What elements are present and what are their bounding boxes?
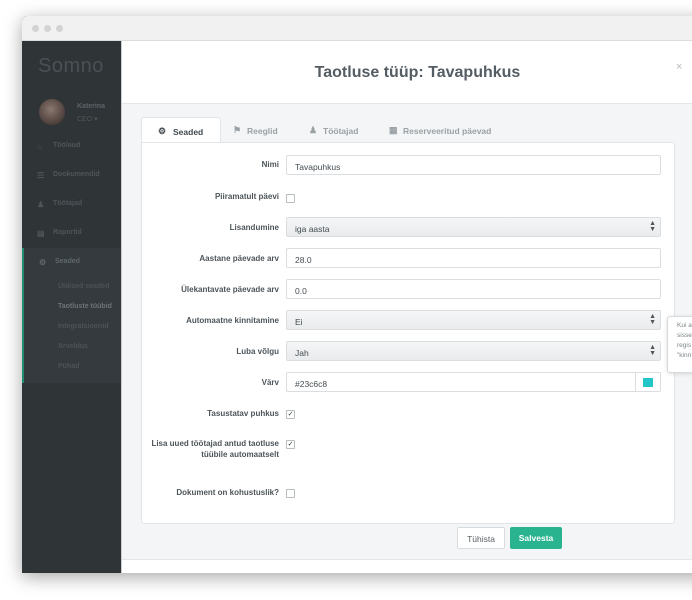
accrual-value: iga aasta	[295, 224, 330, 234]
window-titlebar	[22, 16, 692, 41]
sidebar-item-label: Töölaud	[53, 142, 81, 149]
tab-employees[interactable]: ♟ Töötajad	[309, 117, 379, 143]
name-field[interactable]: Tavapuhkus	[286, 155, 661, 175]
gear-icon: ⚙	[39, 258, 47, 267]
select-arrows-icon: ▲ ▼	[649, 344, 656, 357]
allow-debt-select[interactable]: Jah ▲ ▼	[286, 341, 661, 361]
user-icon: ♟	[309, 125, 318, 135]
carryover-days-label: Ülekantavate päevade arv	[181, 285, 279, 294]
color-picker-button[interactable]	[635, 373, 660, 391]
paid-leave-checkbox[interactable]: ✓	[286, 410, 295, 419]
tab-rules[interactable]: ⚑ Reeglid	[233, 117, 297, 143]
calendar-icon: ▦	[389, 125, 398, 135]
auto-approve-select[interactable]: Ei ▲ ▼	[286, 310, 661, 330]
modal-title: Taotluse tüüp: Tavapuhkus	[314, 64, 521, 81]
document-icon: ☰	[37, 171, 45, 180]
tooltip-line: regis	[677, 342, 692, 349]
allow-debt-label: Luba võlgu	[236, 347, 279, 356]
modal-footer	[122, 559, 692, 573]
tab-label: Reeglid	[247, 126, 278, 136]
annual-days-label: Aastane päevade arv	[199, 254, 279, 263]
document-required-checkbox[interactable]	[286, 489, 295, 498]
auto-approve-value: Ei	[295, 317, 303, 327]
sidebar: Somno Katerina CEO ▾ ⌂ Töölaud ☰ Dookume…	[22, 41, 124, 573]
sidebar-item-label: Töötajad	[53, 200, 83, 207]
tab-label: Seaded	[173, 127, 204, 137]
unlimited-label: Piiramatult päevi	[214, 192, 279, 201]
sidebar-item-label: Raportid	[53, 229, 82, 236]
carryover-days-field[interactable]: 0.0	[286, 279, 661, 299]
tooltip-line: "kinn	[677, 352, 692, 359]
gear-icon: ⚙	[158, 126, 167, 136]
accrual-select[interactable]: iga aasta ▲ ▼	[286, 217, 661, 237]
user-name[interactable]: Katerina	[77, 103, 105, 110]
sidebar-subitem-general[interactable]: Üldised seaded	[58, 283, 109, 290]
save-button[interactable]: Salvesta	[510, 527, 562, 549]
sidebar-item-documents[interactable]: ☰ Dookumendid	[22, 161, 122, 189]
tab-label: Töötajad	[323, 126, 359, 136]
close-icon[interactable]: ×	[676, 61, 682, 73]
select-arrows-icon: ▲ ▼	[649, 313, 656, 326]
avatar[interactable]	[39, 99, 65, 125]
tab-reserved-days[interactable]: ▦ Reserveeritud päevad	[389, 117, 509, 143]
color-label: Värv	[261, 378, 279, 387]
sidebar-subitem-integrations[interactable]: Integratsioonid	[58, 323, 109, 330]
maximize-window-dot[interactable]	[56, 25, 63, 32]
settings-panel: Nimi Tavapuhkus Piiramatult päevi Lisand…	[141, 142, 675, 524]
request-type-modal: Taotluse tüüp: Tavapuhkus × ⚙ Seaded ⚑ R…	[121, 41, 692, 573]
sidebar-subitem-billing[interactable]: Arveldus	[58, 343, 88, 350]
tooltip-line: sisse	[677, 332, 692, 339]
paid-leave-label: Tasustatav puhkus	[207, 409, 279, 418]
modal-header: Taotluse tüüp: Tavapuhkus ×	[122, 41, 692, 104]
app-window: Somno Katerina CEO ▾ ⌂ Töölaud ☰ Dookume…	[22, 16, 692, 573]
home-icon: ⌂	[37, 142, 42, 151]
sidebar-item-label: Seaded	[55, 258, 80, 265]
annual-days-field[interactable]: 28.0	[286, 248, 661, 268]
user-icon: ♟	[37, 200, 45, 209]
name-label: Nimi	[261, 160, 279, 169]
sidebar-subitem-holidays[interactable]: Pühad	[58, 363, 79, 370]
chart-icon: ▤	[37, 229, 45, 238]
unlimited-checkbox[interactable]	[286, 194, 295, 203]
brand-logo: Somno	[38, 55, 104, 77]
user-role-dropdown[interactable]: CEO ▾	[77, 115, 98, 123]
auto-add-employees-label: Lisa uued töötajad antud taotluse tüübil…	[151, 439, 279, 459]
color-value: #23c6c8	[295, 379, 328, 389]
auto-approve-label: Automaatne kinnitamine	[186, 316, 279, 325]
color-field[interactable]: #23c6c8	[286, 372, 661, 392]
tooltip-line: Kui a	[677, 322, 692, 329]
accrual-label: Lisandumine	[229, 223, 279, 232]
sidebar-item-label: Dookumendid	[53, 171, 100, 178]
tab-settings[interactable]: ⚙ Seaded	[141, 117, 221, 144]
document-required-label: Dokument on kohustuslik?	[176, 488, 279, 497]
flag-icon: ⚑	[233, 125, 242, 135]
tab-label: Reserveeritud päevad	[403, 126, 492, 136]
help-tooltip: Kui a sisse regis "kinn	[667, 316, 692, 373]
sidebar-subitem-request-types[interactable]: Taotluste tüübid	[58, 303, 112, 310]
cancel-button[interactable]: Tühista	[457, 527, 505, 549]
auto-add-employees-checkbox[interactable]: ✓	[286, 440, 295, 449]
select-arrows-icon: ▲ ▼	[649, 220, 656, 233]
close-window-dot[interactable]	[32, 25, 39, 32]
tooltip-arrow	[668, 333, 674, 346]
minimize-window-dot[interactable]	[44, 25, 51, 32]
sidebar-item-employees[interactable]: ♟ Töötajad	[22, 190, 122, 218]
color-swatch	[643, 378, 653, 387]
allow-debt-value: Jah	[295, 348, 309, 358]
sidebar-item-reports[interactable]: ▤ Raportid	[22, 219, 122, 247]
sidebar-item-dashboard[interactable]: ⌂ Töölaud	[22, 132, 122, 160]
